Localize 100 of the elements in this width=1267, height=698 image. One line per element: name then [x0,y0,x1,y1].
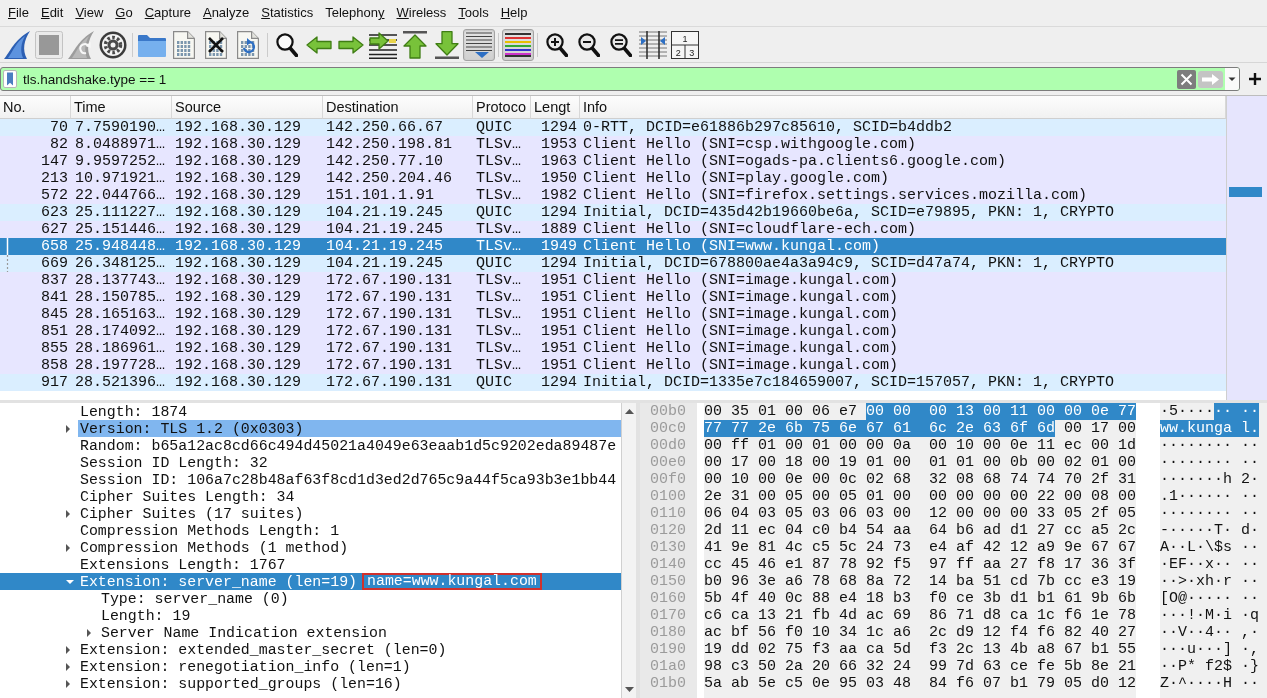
plus-icon[interactable] [1249,73,1261,85]
right-triangle-icon[interactable] [66,645,70,654]
menu-item[interactable]: Edit [34,3,70,23]
tree-item[interactable]: Extensions Length: 1767 [0,556,621,573]
tree-item[interactable]: Extension: renegotiation_info (len=1) [0,658,621,675]
toolbar-button[interactable] [463,28,495,61]
column-header[interactable]: No. [0,96,71,119]
tree-item[interactable]: Extension: server_name (len=19) name=www.kungal.com [0,573,621,590]
tree-item[interactable]: Random: b65a12ac8cd66c494d45021a4049e63eaab1d5c9202eda89487e [0,437,621,454]
protocol-name: TLSv… [475,272,522,289]
menu-item[interactable]: Help [494,3,534,23]
toolbar-button[interactable]: 1 2 3 [669,28,701,61]
source-address: 192.168.30.129 [174,306,303,323]
menu-item[interactable]: Wireless [390,3,453,23]
packet-row[interactable]: 213 10.971921… 192.168.30.129 142.250.204.46 TLSv… 1950 Client Hello (SNI=play.google.com) [0,170,1226,187]
packet-number: 213 [40,170,69,187]
down-triangle-icon[interactable] [66,579,74,584]
toolbar-button[interactable] [637,28,669,61]
right-triangle-icon[interactable] [66,509,70,518]
folder-icon [138,32,166,57]
menu-item[interactable]: View [69,3,110,23]
hex-bytes: 00 10 00 0e 00 0c 02 68 32 08 68 74 74 70 2f 31 [704,471,1137,488]
menu-item[interactable]: File [2,3,35,23]
packet-number: 851 [40,323,69,340]
tree-item[interactable]: Session ID: 106a7c28b48af63f8cd1d3ed2d765c9a44f5ca93b3e1bb44 [0,471,621,488]
right-triangle-icon[interactable] [87,628,91,637]
packet-row[interactable]: 82 8.0488971… 192.168.30.129 142.250.198.81 TLSv… 1953 Client Hello (SNI=csp.withgoogle.com) [0,136,1226,153]
menu-item[interactable]: Capture [138,3,197,23]
packet-row[interactable]: 855 28.186961… 192.168.30.129 172.67.190.131 TLSv… 1951 Client Hello (SNI=image.kungal.com) [0,340,1226,357]
packet-length: 1294 [540,119,578,136]
protocol-name: TLSv… [475,340,522,357]
packet-row[interactable]: 845 28.165163… 192.168.30.129 172.67.190.131 TLSv… 1951 Client Hello (SNI=image.kungal.com) [0,306,1226,323]
right-triangle-icon[interactable] [66,424,70,433]
hex-bytes: 00 17 00 18 00 19 01 00 01 01 00 0b 00 02 01 00 [704,454,1137,471]
source-address: 192.168.30.129 [174,357,303,374]
ascii-text: ww.kunga l. [1160,420,1260,437]
protocol-name: TLSv… [475,136,522,153]
column-header[interactable]: Destination [323,96,473,119]
menu-item[interactable]: Telephony [319,3,391,23]
zoom-reset-icon [610,32,632,57]
packet-row[interactable]: 623 25.111227… 192.168.30.129 104.21.19.245 QUIC 1294 Initial, DCID=435d42b19660be6a, SCID=e79895, PKN: 1, CRYPTO [0,204,1226,221]
packet-row[interactable]: 841 28.150785… 192.168.30.129 172.67.190.131 TLSv… 1951 Client Hello (SNI=image.kungal.com) [0,289,1226,306]
tree-item[interactable]: Cipher Suites Length: 34 [0,488,621,505]
right-triangle-icon[interactable] [66,679,70,688]
column-header[interactable]: Time [71,96,172,119]
clear-icon[interactable] [1177,69,1196,89]
menu-item[interactable]: Statistics [255,3,320,23]
packet-row[interactable]: 147 9.9597252… 192.168.30.129 142.250.77.10 TLSv… 1963 Client Hello (SNI=ogads-pa.clients6.google.com) [0,153,1226,170]
tree-item[interactable]: Length: 1874 [0,403,621,420]
display-filter-input[interactable]: tls.handshake.type == 1 [19,69,1175,89]
tree-item[interactable]: Server Name Indication extension [0,624,621,641]
left-arrow-icon [306,35,332,54]
packet-info: Client Hello (SNI=csp.withgoogle.com) [582,136,918,153]
menu-item[interactable]: Analyze [196,3,256,23]
bookmark-icon[interactable] [3,70,17,88]
packet-row[interactable]: 858 28.197728… 192.168.30.129 172.67.190.131 TLSv… 1951 Client Hello (SNI=image.kungal.com) [0,357,1226,374]
ascii-text: ···u···] ·, [1160,641,1260,658]
tree-item[interactable]: Cipher Suites (17 suites) [0,505,621,522]
packet-number: 627 [40,221,69,238]
column-header[interactable]: Source [172,96,323,119]
packet-row[interactable]: 658 25.948448… 192.168.30.129 104.21.19.245 TLSv… 1949 Client Hello (SNI=www.kungal.com) [0,238,1226,255]
packet-info: Client Hello (SNI=image.kungal.com) [582,357,900,374]
packet-length: 1951 [540,323,578,340]
protocol-name: TLSv… [475,323,522,340]
packet-row[interactable]: 837 28.137743… 192.168.30.129 172.67.190.131 TLSv… 1951 Client Hello (SNI=image.kungal.com) [0,272,1226,289]
tree-item[interactable]: Extension: extended_master_secret (len=0) [0,641,621,658]
packet-info: Client Hello (SNI=image.kungal.com) [582,323,900,340]
column-header[interactable]: Protoco [473,96,531,119]
toolbar-button[interactable] [502,28,534,61]
menu-item[interactable]: Go [109,3,139,23]
tree-item[interactable]: Compression Methods Length: 1 [0,522,621,539]
up-triangle-icon[interactable] [624,409,634,414]
tree-item[interactable]: Type: server_name (0) [0,590,621,607]
right-triangle-icon[interactable] [66,662,70,671]
tree-item[interactable]: Length: 19 [0,607,621,624]
tree-item[interactable]: Compression Methods (1 method) [0,539,621,556]
packet-row[interactable]: 669 26.348125… 192.168.30.129 104.21.19.245 QUIC 1294 Initial, DCID=678800ae4a3a94c9, SCID=d47a74, PKN: 1, CRYPTO [0,255,1226,272]
ascii-text: .1······ ·· [1160,488,1260,505]
dropdown-caret-icon[interactable] [1225,68,1239,90]
packet-row[interactable]: 917 28.521396… 192.168.30.129 172.67.190.131 QUIC 1294 Initial, DCID=1335e7c184659007, SCID=157057, PKN: 1, CRYPTO [0,374,1226,391]
vertical-scrollbar[interactable] [621,403,636,698]
packet-row[interactable]: 572 22.044766… 192.168.30.129 151.101.1.91 TLSv… 1982 Client Hello (SNI=firefox.settings.services.mozilla.com) [0,187,1226,204]
column-header[interactable]: Lengt [531,96,580,119]
hex-bytes: 98 c3 50 2a 20 66 32 24 99 7d 63 ce fe 5b 8e 21 [704,658,1137,675]
packet-row[interactable]: 627 25.151446… 192.168.30.129 104.21.19.245 TLSv… 1889 Client Hello (SNI=cloudflare-ech.com) [0,221,1226,238]
protocol-name: TLSv… [475,289,522,306]
packet-time: 10.971921… [74,170,166,187]
packet-row[interactable]: 851 28.174092… 192.168.30.129 172.67.190.131 TLSv… 1951 Client Hello (SNI=image.kungal.com) [0,323,1226,340]
menu-item[interactable]: Tools [452,3,495,23]
tree-item[interactable]: Extension: supported_groups (len=16) [0,675,621,692]
column-header[interactable]: Info [580,96,1226,119]
tree-item[interactable]: Session ID Length: 32 [0,454,621,471]
down-triangle-icon[interactable] [624,687,634,692]
right-triangle-icon[interactable] [66,543,70,552]
packet-time: 28.174092… [74,323,166,340]
packet-row[interactable]: 70 7.7590190… 192.168.30.129 142.250.66.67 QUIC 1294 0-RTT, DCID=e61886b297c85610, SCID=b4ddb2 [0,119,1226,136]
display-filter-field[interactable]: tls.handshake.type == 1 [0,67,1240,91]
hex-bytes: 41 9e 81 4c c5 5c 24 73 e4 af 42 12 a9 9e 67 67 [704,539,1137,556]
packet-minimap[interactable] [1226,96,1267,400]
ascii-text: [O@····· ·· [1160,590,1260,607]
